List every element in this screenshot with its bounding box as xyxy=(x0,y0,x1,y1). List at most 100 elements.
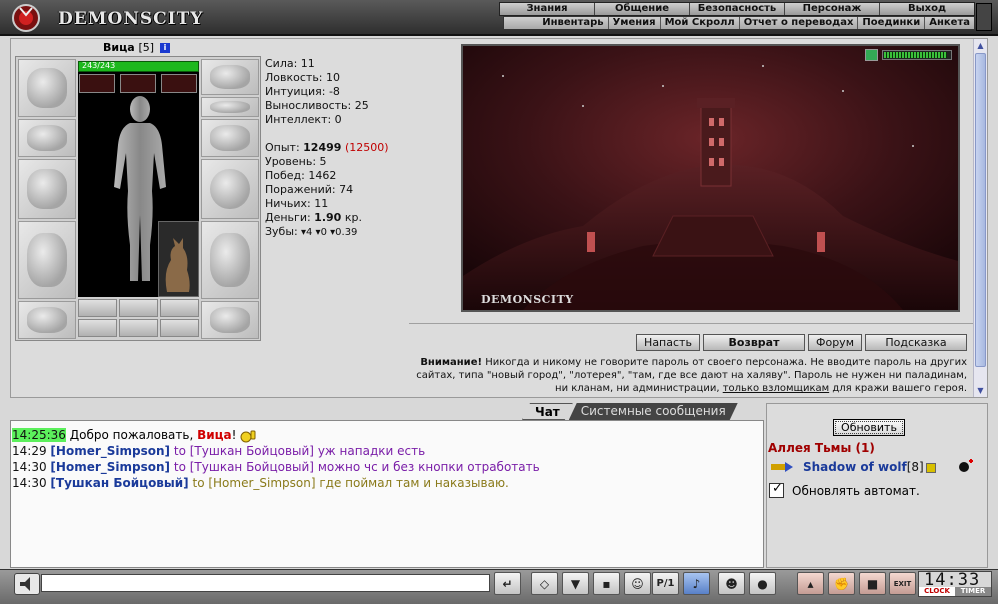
scroll-down-icon[interactable]: ▼ xyxy=(974,384,987,397)
filter-button[interactable]: ▼ xyxy=(562,572,589,595)
send-button[interactable]: ↵ xyxy=(494,572,521,595)
stat-experience: Опыт: 12499 (12500) xyxy=(265,141,389,154)
sword-icon xyxy=(27,168,67,210)
weapon-slot[interactable] xyxy=(18,159,76,219)
rings-slot[interactable] xyxy=(201,97,259,117)
return-button[interactable]: Возврат xyxy=(703,334,805,351)
gloves-slot[interactable] xyxy=(201,119,259,157)
gloves-icon xyxy=(210,125,250,151)
helmet-button[interactable]: ● xyxy=(749,572,776,595)
hackers-link[interactable]: только взломщикам xyxy=(723,383,829,394)
nav-transfer-report[interactable]: Отчет о переводах xyxy=(738,17,858,29)
stat-wins: Побед: 1462 xyxy=(265,169,337,182)
shield-icon xyxy=(210,168,250,210)
lock-button[interactable]: ■ xyxy=(859,572,886,595)
nav-my-scroll[interactable]: Мой Скролл xyxy=(659,17,739,29)
location-user-row: Shadow of wolf[8] xyxy=(771,458,985,478)
chat-mode-button[interactable] xyxy=(14,573,40,595)
scroll-thumb[interactable] xyxy=(975,53,986,367)
amulet-slot[interactable] xyxy=(201,59,259,95)
buff-slot-2[interactable] xyxy=(120,74,156,93)
auto-refresh-checkbox[interactable] xyxy=(769,481,784,498)
nav-character[interactable]: Персонаж xyxy=(785,3,880,15)
belt-slot[interactable] xyxy=(18,301,76,339)
stat-money: Деньги: 1.90 кр. xyxy=(265,211,362,224)
logo-emblem-icon xyxy=(12,4,40,32)
clear-button[interactable]: ◇ xyxy=(531,572,558,595)
greaves-icon xyxy=(210,233,250,287)
info-icon[interactable]: i xyxy=(159,43,170,53)
add-contact-icon[interactable] xyxy=(957,459,975,475)
clock-labels: CLOCK TIMER xyxy=(919,587,991,596)
helmet-icon: ● xyxy=(757,576,768,591)
attack-button[interactable]: Напасть xyxy=(636,334,700,351)
sound-button[interactable]: ♪ xyxy=(683,572,710,595)
tab-chat[interactable]: Чат xyxy=(522,403,573,420)
security-warning: Внимание! Никогда и никому не говорите п… xyxy=(416,357,967,394)
chat-message: 14:25:36 Добро пожаловать, Вица! xyxy=(12,427,540,443)
helmet-slot[interactable] xyxy=(18,59,76,117)
hint-button[interactable]: Подсказка xyxy=(865,334,967,351)
divider xyxy=(409,323,975,324)
rune-slot-5[interactable] xyxy=(119,319,158,337)
nav-skills[interactable]: Умения xyxy=(607,17,660,29)
character-name: Вица [5] i xyxy=(103,41,170,54)
chat-input[interactable] xyxy=(41,574,490,592)
stat-endurance: Выносливость: 25 xyxy=(265,99,369,112)
nav-exit[interactable]: Выход xyxy=(880,3,974,15)
private-toggle-button[interactable]: P/1 xyxy=(652,572,679,595)
auto-refresh-row: Обновлять автомат. xyxy=(769,481,920,498)
refresh-button[interactable]: Обновить xyxy=(833,419,905,436)
exit-door-icon: EXIT xyxy=(893,579,912,588)
user-info-icon[interactable] xyxy=(925,462,936,473)
nav-knowledge[interactable]: Знания xyxy=(500,3,595,15)
buff-slot-1[interactable] xyxy=(79,74,115,93)
header-bar: DEMONSCITY Знания Общение Безопасность П… xyxy=(0,0,998,36)
pet-slot[interactable] xyxy=(158,221,199,297)
bag-button[interactable]: ▴ xyxy=(797,572,824,595)
stat-intuition: Интуиция: -8 xyxy=(265,85,340,98)
buff-slot-3[interactable] xyxy=(161,74,197,93)
armor-slot[interactable] xyxy=(18,221,76,299)
chat-tabs: Чат Системные сообщения xyxy=(522,403,734,420)
boots-slot[interactable] xyxy=(201,301,259,339)
boots-icon xyxy=(210,307,250,333)
nav-sub: Инвентарь Умения Мой Скролл Отчет о пере… xyxy=(503,16,975,30)
bag-icon: ▴ xyxy=(807,576,814,591)
panel-scrollbar[interactable]: ▲ ▼ xyxy=(973,39,987,397)
location-scene[interactable]: DEMONSCITY xyxy=(461,44,960,312)
run-button[interactable]: ☺ xyxy=(624,572,651,595)
chat-message: 14:30 [Тушкан Бойцовый] to [Homer_Simpso… xyxy=(12,476,509,490)
scene-meter xyxy=(882,50,952,60)
amulet-icon xyxy=(210,65,250,89)
thumbs-up-smiley-icon xyxy=(240,430,256,442)
scroll-up-icon[interactable]: ▲ xyxy=(974,39,987,52)
bracer-slot[interactable] xyxy=(18,119,76,157)
tab-system-messages[interactable]: Системные сообщения xyxy=(569,403,738,420)
nav-duels[interactable]: Поединки xyxy=(857,17,924,29)
helmet-icon xyxy=(27,68,67,108)
timer-tab[interactable]: TIMER xyxy=(955,587,991,596)
rune-slot-2[interactable] xyxy=(119,299,158,317)
save-button[interactable]: ▪ xyxy=(593,572,620,595)
nav-inventory[interactable]: Инвентарь xyxy=(538,17,607,29)
legs-slot[interactable] xyxy=(201,221,259,299)
smiles-button[interactable]: ☻ xyxy=(718,572,745,595)
exit-button[interactable]: EXIT xyxy=(889,572,916,595)
location-user-name[interactable]: Shadow of wolf[8] xyxy=(803,460,936,474)
cat-pet-icon xyxy=(165,238,190,292)
nav-communication[interactable]: Общение xyxy=(595,3,690,15)
clock-widget: 14:33 CLOCK TIMER xyxy=(918,570,992,597)
nav-profile[interactable]: Анкета xyxy=(924,17,974,29)
shield-slot[interactable] xyxy=(201,159,259,219)
nav-security[interactable]: Безопасность xyxy=(690,3,785,15)
rune-slot-6[interactable] xyxy=(160,319,199,337)
chat-message: 14:30 [Homer_Simpson] to [Тушкан Бойцовы… xyxy=(12,460,540,474)
header-corner-icon xyxy=(976,3,992,31)
rune-slot-3[interactable] xyxy=(160,299,199,317)
forum-button[interactable]: Форум xyxy=(808,334,862,351)
rune-slot-4[interactable] xyxy=(78,319,117,337)
fight-button[interactable]: ✊ xyxy=(828,572,855,595)
rune-slot-1[interactable] xyxy=(78,299,117,317)
clock-tab[interactable]: CLOCK xyxy=(919,587,955,596)
